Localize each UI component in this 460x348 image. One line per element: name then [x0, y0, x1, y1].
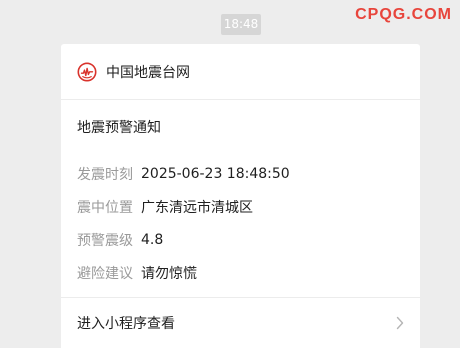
field-value: 请勿惊慌: [141, 265, 197, 282]
field-label: 发震时刻: [77, 166, 133, 183]
field-row-magnitude: 预警震级 4.8: [77, 223, 420, 256]
watermark: CPQG.COM: [355, 6, 452, 23]
footer-label: 进入小程序查看: [77, 315, 175, 332]
notice-content: 地震预警通知 发震时刻 2025-06-23 18:48:50 震中位置 广东清…: [61, 100, 420, 298]
open-mini-program-button[interactable]: 进入小程序查看: [61, 298, 420, 347]
field-row-location: 震中位置 广东清远市清城区: [77, 190, 420, 223]
source-name: 中国地震台网: [106, 64, 190, 81]
china-earthquake-network-logo-icon: [77, 62, 97, 81]
chevron-right-icon: [396, 316, 404, 329]
field-value: 广东清远市清城区: [141, 199, 253, 216]
field-row-time: 发震时刻 2025-06-23 18:48:50: [77, 157, 420, 190]
earthquake-notice-card[interactable]: 中国地震台网 地震预警通知 发震时刻 2025-06-23 18:48:50 震…: [61, 44, 420, 348]
message-timestamp: 18:48: [221, 14, 261, 35]
notice-title: 地震预警通知: [77, 120, 161, 136]
field-label: 避险建议: [77, 265, 133, 282]
field-row-advice: 避险建议 请勿惊慌: [77, 256, 420, 289]
card-header: 中国地震台网: [61, 44, 420, 100]
field-label: 震中位置: [77, 199, 133, 216]
chat-page: 18:48 CPQG.COM 中国地震台网 地震预警通知 发震时刻 2025-0…: [0, 0, 460, 348]
field-label: 预警震级: [77, 232, 133, 249]
field-value: 2025-06-23 18:48:50: [141, 165, 290, 182]
field-value: 4.8: [141, 231, 164, 248]
